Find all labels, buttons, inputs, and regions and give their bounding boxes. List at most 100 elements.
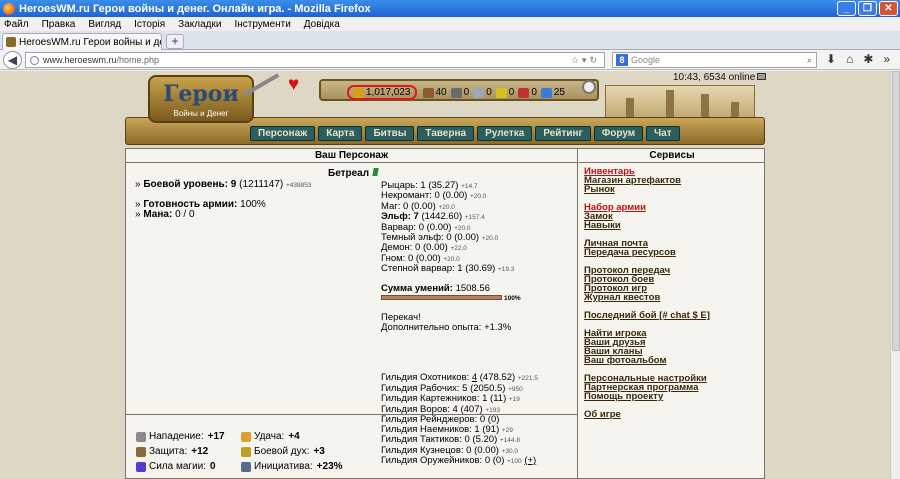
new-tab-button[interactable]: + — [166, 34, 184, 49]
faction-diamond-icon — [372, 168, 379, 176]
resource-value: 25 — [553, 87, 565, 98]
resource-value: 40 — [435, 87, 447, 98]
heart-icon[interactable]: ♥ — [288, 75, 299, 95]
luck-icon — [241, 431, 251, 442]
ring-icon[interactable] — [582, 80, 596, 94]
search-placeholder: Google — [631, 55, 661, 65]
back-button[interactable]: ◀ — [3, 51, 22, 69]
search-bar[interactable]: 8 Google ⌕ — [612, 52, 817, 68]
battle-stat-row: Сила магии: 0 Инициатива: +23% — [136, 459, 346, 474]
menu-edit[interactable]: Правка — [42, 19, 76, 30]
web-page: Персонаж Карта Битвы Таверна Рулетка Рей… — [0, 71, 900, 479]
battle-stat: Нападение: +17 — [136, 431, 241, 442]
game-logo[interactable]: Герои Войны и Денег — [148, 75, 254, 123]
services-heading: Сервисы — [579, 149, 765, 163]
tab-bar: HeroesWM.ru Герои войны и денег. Онла...… — [0, 31, 900, 50]
window-controls: _ ❐ ✕ — [837, 1, 898, 16]
battle-stat-row: Защита: +12 Боевой дух: +3 — [136, 444, 346, 459]
url-host: www.heroeswm.ru — [43, 55, 117, 65]
battle-stat: Удача: +4 — [241, 431, 346, 442]
spellpower-icon — [136, 461, 146, 472]
menu-bookmarks[interactable]: Закладки — [178, 19, 221, 30]
mercury-icon — [473, 87, 485, 98]
resource-value: 1,017,023 — [366, 87, 411, 98]
window-titlebar: HeroesWM.ru Герои войны и денег. Онлайн … — [0, 0, 900, 17]
url-path: /home.php — [116, 55, 160, 65]
downloads-icon[interactable]: ⬇ — [826, 52, 836, 66]
window-title: HeroesWM.ru Герои войны и денег. Онлайн … — [19, 2, 371, 15]
addon-icon[interactable]: ✱ — [863, 52, 873, 66]
battle-stat: Боевой дух: +3 — [241, 446, 346, 457]
tab-label: HeroesWM.ru Герои войны и денег. Онла... — [19, 36, 161, 48]
resource-value: 0 — [486, 87, 492, 98]
url-controls[interactable]: ☆▾↻ — [571, 55, 600, 66]
online-icon[interactable] — [757, 73, 767, 80]
menu-help[interactable]: Довідка — [304, 19, 340, 30]
nav-forum[interactable]: Форум — [593, 126, 644, 141]
service-link[interactable]: Рынок — [584, 185, 710, 195]
castle-image — [605, 85, 755, 121]
skills-progress-bar — [381, 295, 502, 301]
sulfur-icon — [495, 87, 507, 98]
crystal-icon — [518, 87, 530, 98]
ore-resource: 0 — [450, 87, 470, 98]
service-link[interactable]: Журнал квестов — [584, 293, 710, 303]
firefox-icon — [3, 2, 15, 15]
tab-heroeswm[interactable]: HeroesWM.ru Герои войны и денег. Онла...… — [2, 33, 162, 50]
character-column: Ваш Персонаж Бетреал » Боевой уровень: 9… — [126, 149, 578, 479]
battle-stat: Защита: +12 — [136, 446, 241, 457]
battle-stat-row: Нападение: +17 Удача: +4 — [136, 429, 346, 444]
initiative-icon — [241, 461, 251, 472]
service-link[interactable]: Помощь проекту — [584, 392, 710, 402]
nav-rating[interactable]: Рейтинг — [535, 126, 591, 141]
service-link[interactable]: Передача ресурсов — [584, 248, 710, 258]
resource-value: 0 — [508, 87, 515, 98]
close-button[interactable]: ✕ — [879, 1, 898, 16]
search-icon[interactable]: ⌕ — [807, 55, 812, 66]
game-header: Персонаж Карта Битвы Таверна Рулетка Рей… — [125, 71, 767, 147]
service-link[interactable]: Ваш фотоальбом — [584, 356, 710, 366]
nav-roulette[interactable]: Рулетка — [477, 126, 533, 141]
menu-tools[interactable]: Інструменти — [234, 19, 290, 30]
battle-stat: Сила магии: 0 — [136, 461, 241, 472]
crystal-resource: 0 — [518, 87, 537, 98]
defense-icon — [136, 446, 146, 457]
menu-history[interactable]: Історія — [134, 19, 165, 30]
menu-icon[interactable]: » — [883, 52, 890, 66]
url-bar[interactable]: www.heroeswm.ru /home.php ☆▾↻ — [25, 52, 605, 68]
menu-file[interactable]: Файл — [4, 19, 29, 30]
ore-icon — [450, 87, 462, 98]
nav-map[interactable]: Карта — [318, 126, 363, 141]
battle-stats: Нападение: +17 Удача: +4 Защита: +12 Боевой ду… — [136, 429, 346, 474]
scrollbar-thumb[interactable] — [892, 71, 900, 351]
attack-icon — [136, 431, 146, 442]
services-column: Сервисы Инвентарь Магазин артефактов Рынок… — [579, 149, 765, 479]
nav-character[interactable]: Персонаж — [250, 126, 316, 141]
menu-bar: Файл Правка Вигляд Історія Закладки Інст… — [0, 17, 900, 31]
service-link[interactable]: Последний бой [# chat $ E] — [584, 311, 710, 321]
page-scrollbar[interactable] — [890, 71, 900, 479]
mercury-resource: 0 — [473, 87, 492, 98]
nav-battles[interactable]: Битвы — [365, 126, 415, 141]
toolbar-icons: ⬇ ⌂ ✱ » — [826, 52, 890, 66]
sulfur-resource: 0 — [495, 87, 515, 98]
menu-view[interactable]: Вигляд — [88, 19, 121, 30]
nav-chat[interactable]: Чат — [646, 126, 680, 141]
content-panel: Ваш Персонаж Бетреал » Боевой уровень: 9… — [125, 148, 765, 479]
service-link[interactable]: Навыки — [584, 221, 710, 231]
morale-icon — [241, 446, 251, 457]
maximize-button[interactable]: ❐ — [858, 1, 877, 16]
service-link[interactable]: Об игре — [584, 410, 710, 420]
home-icon[interactable]: ⌂ — [846, 52, 853, 66]
resource-value: 0 — [463, 87, 470, 98]
minimize-button[interactable]: _ — [837, 1, 856, 16]
hero-main-stats: » Боевой уровень: 9 (1211147) +438853 » … — [135, 179, 312, 220]
wood-resource: 40 — [422, 87, 447, 98]
battle-stat: Инициатива: +23% — [241, 461, 346, 472]
faction-row: Степной варвар: 1 (30.69) +19.3 — [381, 263, 515, 275]
guild-plus-link[interactable]: (+) — [524, 455, 536, 466]
resource-value: 0 — [531, 87, 537, 98]
wood-icon — [422, 87, 434, 98]
nav-tavern[interactable]: Таверна — [417, 126, 475, 141]
google-icon[interactable]: 8 — [616, 54, 628, 66]
